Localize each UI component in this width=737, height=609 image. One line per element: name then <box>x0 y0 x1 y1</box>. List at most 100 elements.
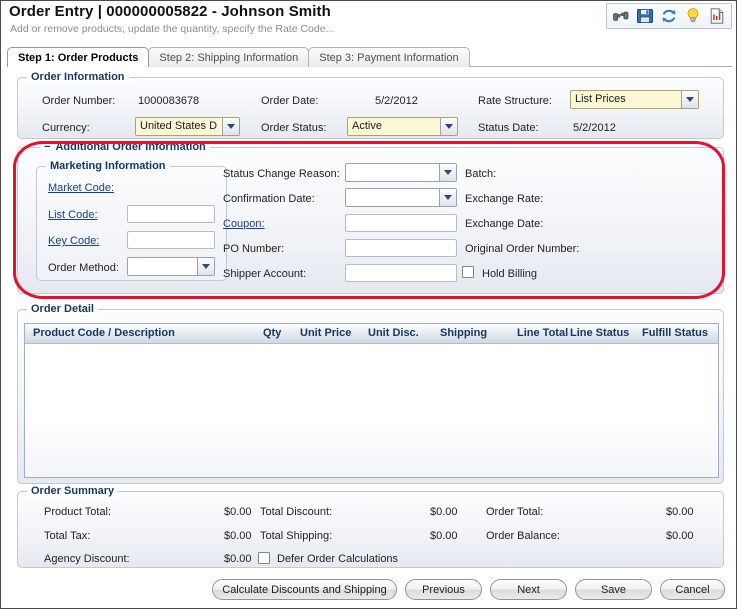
hold-billing-label: Hold Billing <box>482 268 537 280</box>
total-shipping-value: $0.00 <box>430 530 458 542</box>
po-number-label: PO Number: <box>223 243 284 255</box>
tab-step2-shipping-information[interactable]: Step 2: Shipping Information <box>148 47 309 67</box>
po-number-input[interactable] <box>345 239 457 257</box>
order-date-value: 5/2/2012 <box>375 95 418 107</box>
previous-button[interactable]: Previous <box>405 579 482 600</box>
defer-order-calculations-label: Defer Order Calculations <box>277 553 398 565</box>
product-total-value: $0.00 <box>224 506 252 518</box>
currency-value: United States D <box>136 118 222 135</box>
order-method-dropdown[interactable] <box>127 257 215 276</box>
calculate-discounts-and-shipping-button[interactable]: Calculate Discounts and Shipping <box>212 579 397 600</box>
product-total-label: Product Total: <box>44 506 111 518</box>
marketing-information-group: Marketing Information Market Code: List … <box>36 166 227 281</box>
order-information-legend: Order Information <box>27 71 129 83</box>
total-tax-label: Total Tax: <box>44 530 90 542</box>
chevron-down-icon[interactable] <box>439 164 456 181</box>
status-change-reason-label: Status Change Reason: <box>223 168 340 180</box>
cancel-button[interactable]: Cancel <box>660 579 725 600</box>
exchange-rate-label: Exchange Rate: <box>465 193 543 205</box>
tab-step3-payment-information[interactable]: Step 3: Payment Information <box>308 47 469 67</box>
button-label: Cancel <box>675 584 709 596</box>
button-label: Next <box>517 584 540 596</box>
column-header-product-code[interactable]: Product Code / Description <box>33 327 175 339</box>
collapse-toggle-icon[interactable]: − <box>44 141 50 153</box>
shipper-account-input[interactable] <box>345 264 457 282</box>
page-header: Order Entry | 000000005822 - Johnson Smi… <box>1 1 736 41</box>
order-detail-legend: Order Detail <box>27 303 98 315</box>
column-header-qty[interactable]: Qty <box>263 327 281 339</box>
order-summary-legend: Order Summary <box>27 485 118 497</box>
order-information-group: Order Information Order Number: 10000836… <box>17 77 724 139</box>
tab-label: Step 2: Shipping Information <box>159 52 298 64</box>
order-detail-grid-body[interactable] <box>25 344 718 477</box>
chevron-down-icon[interactable] <box>439 189 456 206</box>
tab-strip: Step 1: Order Products Step 2: Shipping … <box>7 46 469 67</box>
order-status-dropdown[interactable]: Active <box>347 117 458 136</box>
tab-step1-order-products[interactable]: Step 1: Order Products <box>7 47 149 67</box>
marketing-information-legend: Marketing Information <box>46 160 170 172</box>
rate-structure-dropdown[interactable]: List Prices <box>570 90 699 109</box>
column-header-shipping[interactable]: Shipping <box>440 327 487 339</box>
currency-dropdown[interactable]: United States D <box>135 117 240 136</box>
hold-billing-checkbox[interactable] <box>462 266 474 278</box>
chevron-down-icon[interactable] <box>197 258 214 275</box>
tab-label: Step 3: Payment Information <box>319 52 458 64</box>
column-header-line-total[interactable]: Line Total <box>517 327 568 339</box>
coupon-link[interactable]: Coupon: <box>223 218 265 230</box>
next-button[interactable]: Next <box>490 579 567 600</box>
shipper-account-label: Shipper Account: <box>223 268 306 280</box>
column-header-fulfill-status[interactable]: Fulfill Status <box>642 327 708 339</box>
agency-discount-value: $0.00 <box>224 553 252 565</box>
coupon-input[interactable] <box>345 214 457 232</box>
save-button[interactable]: Save <box>575 579 652 600</box>
status-date-value: 5/2/2012 <box>573 122 616 134</box>
additional-order-information-group: −Additional Order Information Marketing … <box>17 147 724 294</box>
chevron-down-icon[interactable] <box>681 91 698 108</box>
exchange-date-label: Exchange Date: <box>465 218 543 230</box>
save-icon[interactable] <box>636 7 654 25</box>
confirmation-date-dropdown[interactable] <box>345 188 457 207</box>
report-icon[interactable] <box>708 7 726 25</box>
order-balance-value: $0.00 <box>666 530 694 542</box>
column-header-line-status[interactable]: Line Status <box>570 327 629 339</box>
order-date-label: Order Date: <box>261 95 318 107</box>
chevron-down-icon[interactable] <box>222 118 239 135</box>
rate-structure-value: List Prices <box>571 91 681 108</box>
button-label: Calculate Discounts and Shipping <box>222 584 387 596</box>
confirmation-date-label: Confirmation Date: <box>223 193 315 205</box>
order-total-label: Order Total: <box>486 506 543 518</box>
original-order-number-label: Original Order Number: <box>465 243 579 255</box>
order-balance-label: Order Balance: <box>486 530 560 542</box>
order-number-label: Order Number: <box>42 95 115 107</box>
key-code-input[interactable] <box>127 231 215 249</box>
order-summary-group: Order Summary Product Total: $0.00 Total… <box>17 491 724 568</box>
agency-discount-label: Agency Discount: <box>44 553 130 565</box>
tab-label: Step 1: Order Products <box>18 52 138 64</box>
order-detail-group: Order Detail Product Code / Description … <box>17 309 724 484</box>
order-method-label: Order Method: <box>48 262 119 274</box>
total-discount-label: Total Discount: <box>260 506 332 518</box>
binoculars-icon[interactable] <box>612 7 630 25</box>
order-status-label: Order Status: <box>261 122 326 134</box>
button-label: Save <box>601 584 626 596</box>
refresh-icon[interactable] <box>660 7 678 25</box>
additional-order-information-legend: −Additional Order Information <box>40 141 210 153</box>
order-detail-grid: Product Code / Description Qty Unit Pric… <box>24 323 719 478</box>
button-label: Previous <box>422 584 465 596</box>
list-code-input[interactable] <box>127 205 215 223</box>
status-change-reason-dropdown[interactable] <box>345 163 457 182</box>
total-shipping-label: Total Shipping: <box>260 530 332 542</box>
column-header-unit-price[interactable]: Unit Price <box>300 327 351 339</box>
key-code-link[interactable]: Key Code: <box>48 235 99 247</box>
list-code-link[interactable]: List Code: <box>48 209 98 221</box>
total-discount-value: $0.00 <box>430 506 458 518</box>
additional-order-information-legend-text: Additional Order Information <box>55 141 205 153</box>
lightbulb-icon[interactable] <box>684 7 702 25</box>
chevron-down-icon[interactable] <box>440 118 457 135</box>
defer-order-calculations-checkbox[interactable] <box>258 552 270 564</box>
status-date-label: Status Date: <box>478 122 539 134</box>
market-code-link[interactable]: Market Code: <box>48 182 114 194</box>
order-number-value: 1000083678 <box>138 95 199 107</box>
column-header-unit-disc[interactable]: Unit Disc. <box>368 327 419 339</box>
total-tax-value: $0.00 <box>224 530 252 542</box>
